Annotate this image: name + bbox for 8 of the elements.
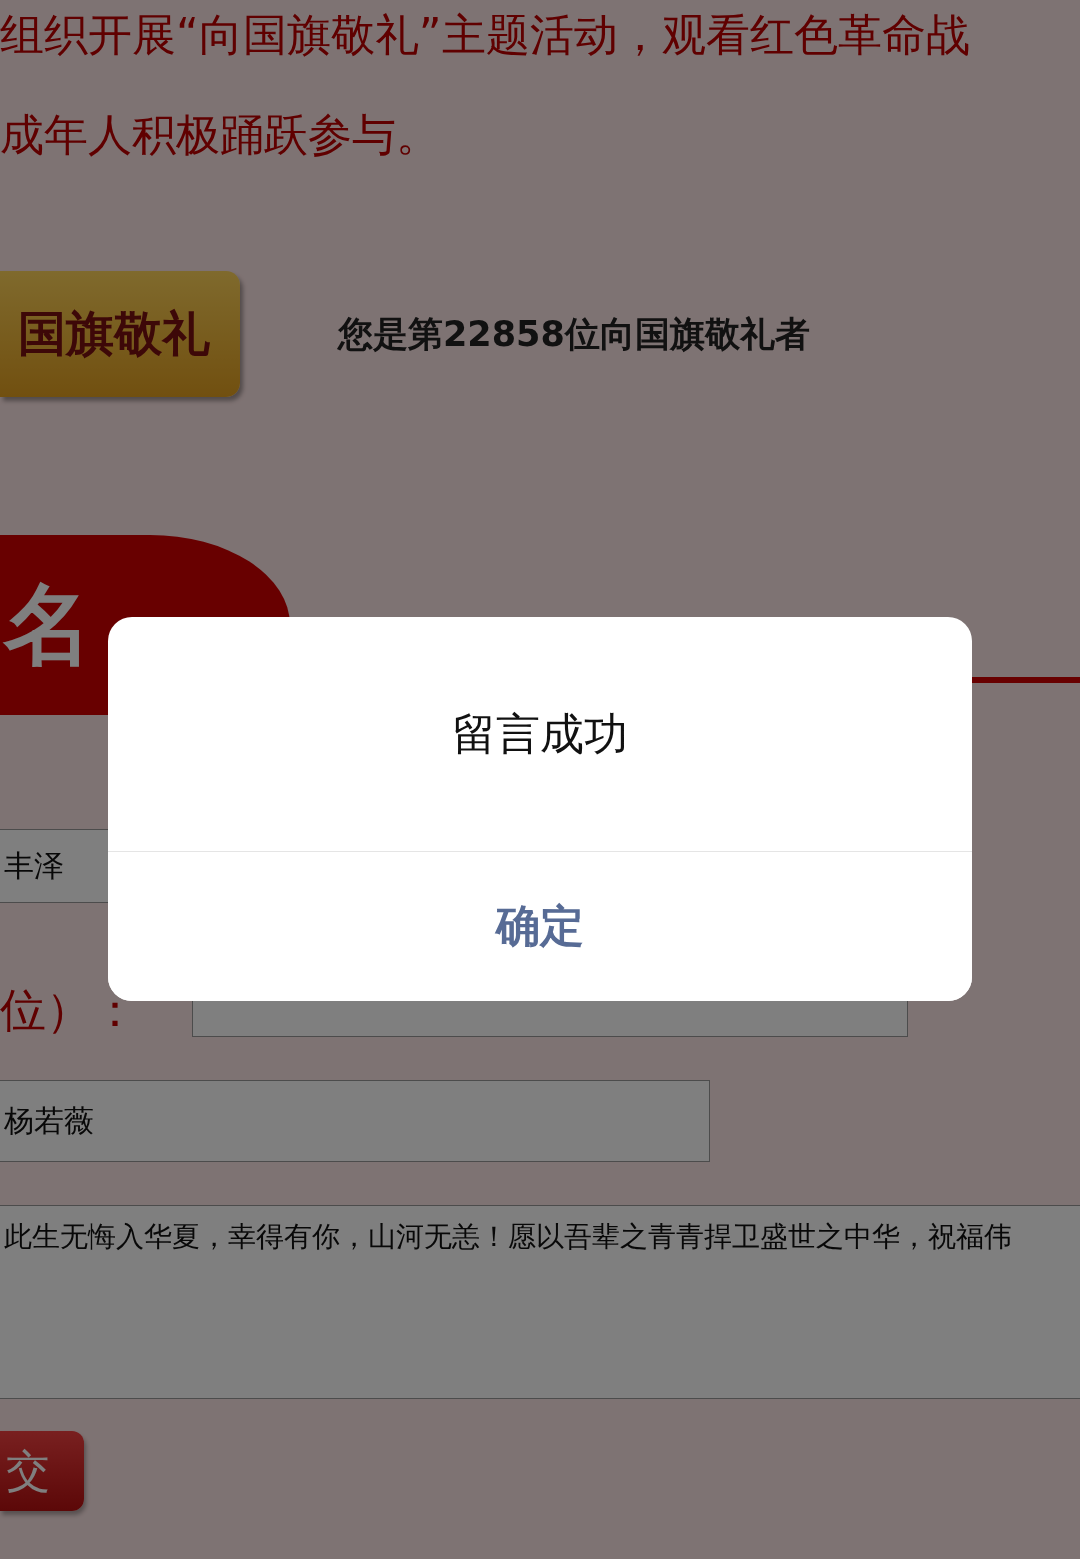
- dialog-message: 留言成功: [452, 706, 628, 761]
- message-area[interactable]: 此生无悔入华夏，幸得有你，山河无恙！愿以吾辈之青青捍卫盛世之中华，祝福伟: [0, 1205, 1080, 1399]
- intro-text: 组织开展“向国旗敬礼”主题活动，观看红色革命战: [0, 8, 970, 62]
- salute-counter: 您是第22858位向国旗敬礼者: [338, 312, 810, 356]
- intro-text: 成年人积极踊跃参与。: [0, 108, 440, 162]
- input-field[interactable]: 杨若薇: [0, 1080, 710, 1162]
- submit-button[interactable]: 交: [0, 1431, 84, 1511]
- salute-button[interactable]: 国旗敬礼: [0, 271, 240, 397]
